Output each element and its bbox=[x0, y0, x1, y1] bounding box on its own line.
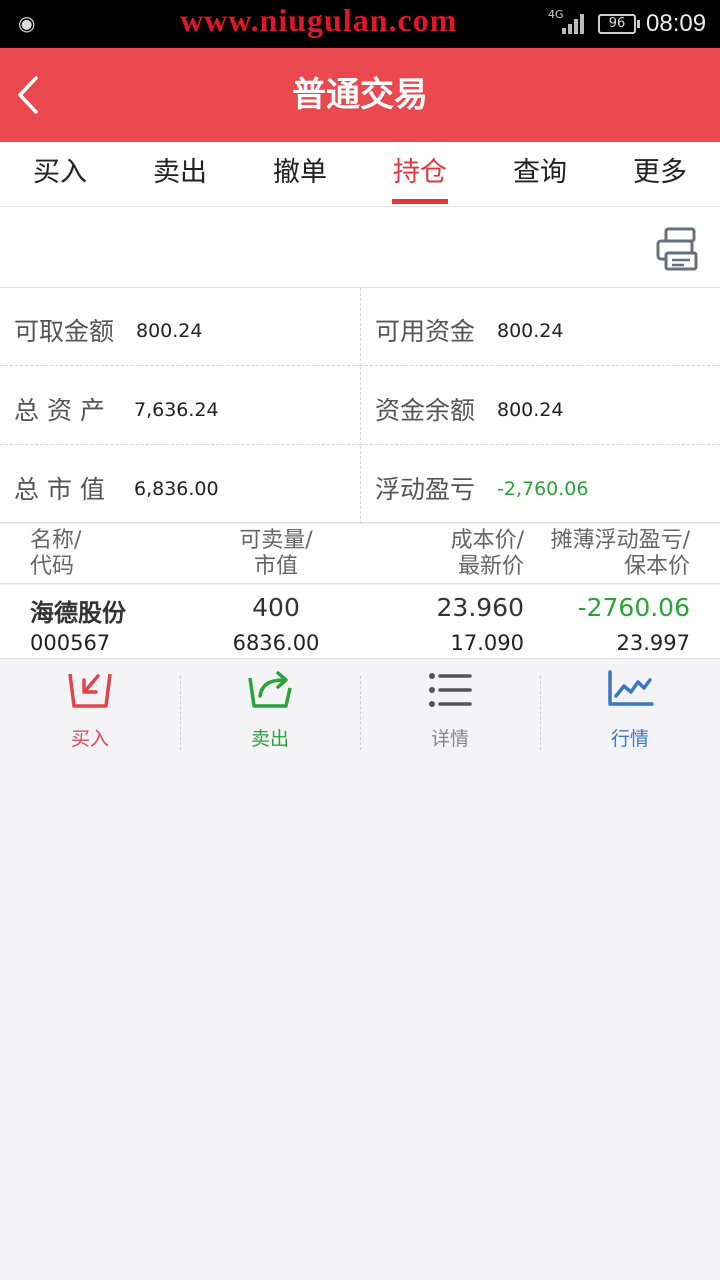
tab-cancel[interactable]: 撤单 bbox=[240, 142, 360, 206]
floating-pl-cell: 浮动盈亏 -2,760.06 bbox=[360, 446, 720, 524]
asset-summary: 可取金额 800.24 可用资金 800.24 总 资 产 7,636.24 资… bbox=[0, 287, 720, 524]
header-sellable: 可卖量/ bbox=[239, 528, 313, 553]
breakeven-price: 23.997 bbox=[616, 631, 690, 655]
available-value: 800.24 bbox=[497, 320, 564, 342]
tab-holdings[interactable]: 持仓 bbox=[360, 142, 480, 206]
wechat-icon: ◉ bbox=[18, 11, 36, 35]
total-assets-label: 总 资 产 bbox=[14, 396, 105, 425]
quote-action-label: 行情 bbox=[610, 728, 649, 750]
tab-more[interactable]: 更多 bbox=[600, 142, 720, 206]
fund-balance-cell: 资金余额 800.24 bbox=[360, 367, 720, 445]
print-icon[interactable] bbox=[654, 225, 702, 273]
chart-line-icon bbox=[608, 670, 654, 706]
fund-balance-label: 资金余额 bbox=[375, 396, 476, 425]
clock: 08:09 bbox=[646, 10, 707, 37]
buy-action-label: 买入 bbox=[70, 728, 109, 750]
header-diluted-pl: 摊薄浮动盈亏/ bbox=[550, 528, 690, 553]
header-market-value: 市值 bbox=[253, 554, 298, 579]
buy-icon bbox=[68, 673, 112, 708]
market-value: 6836.00 bbox=[232, 631, 320, 655]
withdrawable-cell: 可取金额 800.24 bbox=[0, 288, 360, 366]
last-price: 17.090 bbox=[450, 631, 524, 655]
sell-icon bbox=[248, 671, 292, 708]
cost-price: 23.960 bbox=[436, 593, 524, 622]
market-value-value: 6,836.00 bbox=[134, 478, 219, 500]
header-code: 代码 bbox=[30, 554, 75, 579]
watermark: www.niugulan.com bbox=[180, 2, 458, 38]
signal-icon bbox=[562, 12, 588, 34]
sell-action-button[interactable]: 卖出 bbox=[180, 660, 360, 760]
tab-sell[interactable]: 卖出 bbox=[120, 142, 240, 206]
available-label: 可用资金 bbox=[375, 317, 476, 346]
detail-action-button[interactable]: 详情 bbox=[360, 660, 540, 760]
buy-action-button[interactable]: 买入 bbox=[0, 660, 180, 760]
available-cell: 可用资金 800.24 bbox=[360, 288, 720, 366]
tab-query[interactable]: 查询 bbox=[480, 142, 600, 206]
floating-pl-value: -2,760.06 bbox=[497, 478, 589, 500]
header-cost: 成本价/ bbox=[450, 528, 524, 553]
table-row[interactable]: 海德股份 000567 400 6836.00 23.960 17.090 -2… bbox=[0, 585, 720, 659]
tab-buy[interactable]: 买入 bbox=[0, 142, 120, 206]
position-actions: 买入 卖出 详情 行情 bbox=[0, 660, 720, 760]
market-value-cell: 总 市 值 6,836.00 bbox=[0, 446, 360, 524]
list-icon bbox=[429, 673, 472, 707]
floating-pl-label: 浮动盈亏 bbox=[375, 475, 476, 504]
header-name: 名称/ bbox=[30, 528, 82, 553]
diluted-pl: -2760.06 bbox=[577, 593, 690, 622]
market-value-label: 总 市 值 bbox=[14, 475, 105, 504]
sellable-qty: 400 bbox=[252, 593, 300, 622]
fund-balance-value: 800.24 bbox=[497, 399, 564, 421]
withdrawable-value: 800.24 bbox=[136, 320, 203, 342]
total-assets-value: 7,636.24 bbox=[134, 399, 219, 421]
header-last: 最新价 bbox=[457, 554, 524, 579]
detail-action-label: 详情 bbox=[430, 728, 469, 750]
sell-action-label: 卖出 bbox=[250, 728, 289, 750]
header-breakeven: 保本价 bbox=[623, 554, 690, 579]
page-title: 普通交易 bbox=[292, 75, 428, 115]
battery-icon: 96 bbox=[598, 14, 640, 34]
status-bar: ◉ www.niugulan.com 4G 96 08:09 bbox=[0, 0, 720, 48]
total-assets-cell: 总 资 产 7,636.24 bbox=[0, 367, 360, 445]
toolbar-row bbox=[0, 207, 720, 287]
stock-code: 000567 bbox=[30, 631, 111, 655]
tab-bar: 买入 卖出 撤单 持仓 查询 更多 bbox=[0, 142, 720, 207]
quote-action-button[interactable]: 行情 bbox=[540, 660, 720, 760]
title-bar: 普通交易 bbox=[0, 48, 720, 142]
stock-name: 海德股份 bbox=[30, 599, 126, 627]
back-arrow-icon[interactable] bbox=[8, 68, 58, 122]
holdings-table-header: 名称/ 代码 可卖量/ 市值 成本价/ 最新价 摊薄浮动盈亏/ 保本价 bbox=[0, 524, 720, 584]
withdrawable-label: 可取金额 bbox=[14, 317, 115, 346]
